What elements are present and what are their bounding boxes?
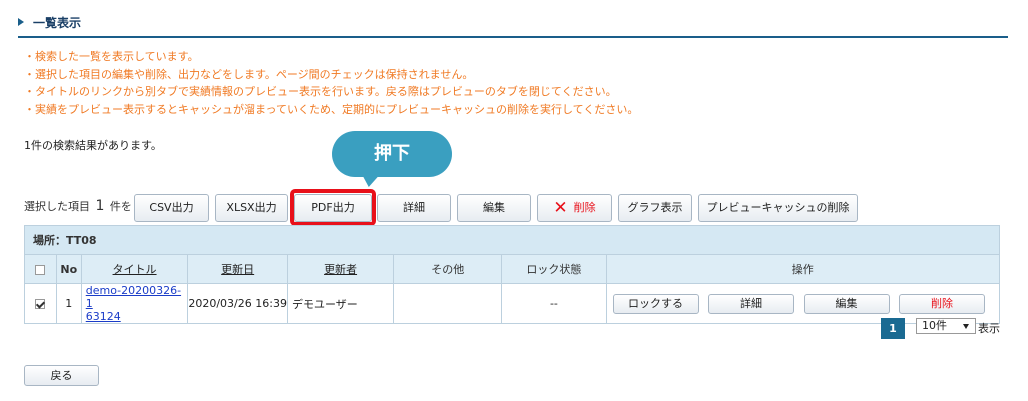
row-edit-button[interactable]: 編集	[803, 293, 890, 314]
header-lock: ロック状態	[501, 254, 607, 284]
notes: ・検索した一覧を表示しています。 ・選択した項目の編集や削除、出力などをします。…	[24, 48, 638, 118]
header-ops: 操作	[605, 254, 1001, 284]
graph-button[interactable]: グラフ表示	[618, 194, 692, 222]
header-updated-label[interactable]: 更新日	[221, 263, 254, 276]
triangle-icon	[18, 18, 24, 26]
row-title-link[interactable]: demo-20200326-1 63124	[82, 284, 188, 323]
row-delete-button[interactable]: 削除	[899, 293, 986, 314]
page-size-suffix: 表示	[978, 322, 1000, 335]
detail-button[interactable]: 詳細	[377, 194, 451, 222]
row-lock-button[interactable]: ロックする	[612, 293, 699, 314]
results-table: 場所：TT08 No タイトル 更新日 更新者 その他 ロック状態 操作 1 d…	[24, 225, 1001, 324]
row-title-line2[interactable]: 63124	[86, 310, 121, 323]
row-check-cell	[24, 283, 57, 324]
selection-label: 選択した項目 1 件を	[24, 198, 132, 214]
note-line: ・実績をプレビュー表示するとキャッシュが溜まっていくため、定期的にプレビューキャ…	[24, 102, 639, 116]
edit-button[interactable]: 編集	[457, 194, 531, 222]
csv-export-button[interactable]: CSV出力	[134, 194, 209, 222]
location-label: 場所：TT08	[24, 225, 1000, 255]
row-updated: 2020/03/26 16:39	[187, 283, 288, 324]
row-detail-button[interactable]: 詳細	[708, 293, 795, 314]
selection-count: 1	[95, 198, 105, 214]
xlsx-export-button[interactable]: XLSX出力	[215, 194, 288, 222]
page-size-value: 10件	[922, 319, 947, 332]
note-line: ・タイトルのリンクから別タブで実績情報のプレビュー表示を行います。戻る際はプレビ…	[24, 85, 617, 98]
delete-label: 削除	[573, 201, 596, 214]
selection-prefix: 選択した項目	[24, 200, 90, 213]
header-updater[interactable]: 更新者	[286, 254, 395, 284]
result-count: 1件の検索結果があります。	[24, 139, 162, 152]
row-lock: --	[501, 283, 607, 324]
select-all-checkbox[interactable]	[35, 264, 46, 275]
note-line: ・選択した項目の編集や削除、出力などをします。ページ間のチェックは保持されません…	[24, 67, 474, 81]
pager-current-page[interactable]: 1	[881, 318, 905, 339]
header-updated[interactable]: 更新日	[187, 254, 288, 284]
page-size-select[interactable]: 10件	[916, 318, 976, 334]
row-checkbox[interactable]	[35, 299, 46, 309]
delete-button[interactable]: ✕ 削除	[537, 194, 612, 222]
row-no: 1	[55, 283, 82, 324]
table-row: 1 demo-20200326-1 63124 2020/03/26 16:39…	[24, 283, 1001, 324]
header-row: No タイトル 更新日 更新者 その他 ロック状態 操作	[24, 254, 1001, 284]
row-title-cell: demo-20200326-1 63124	[80, 283, 189, 324]
preview-cache-delete-button[interactable]: プレビューキャッシュの削除	[698, 194, 858, 222]
select-all-cell	[24, 254, 57, 284]
section-title: 一覧表示	[33, 16, 82, 30]
section-header: 一覧表示	[18, 14, 1008, 38]
chevron-down-icon	[963, 324, 969, 329]
header-no: No	[55, 254, 82, 284]
header-updater-label[interactable]: 更新者	[324, 263, 357, 276]
header-title-label[interactable]: タイトル	[113, 263, 157, 276]
header-other: その他	[393, 254, 503, 284]
header-title[interactable]: タイトル	[80, 254, 189, 284]
location-row: 場所：TT08	[24, 225, 1000, 255]
close-icon: ✕	[553, 198, 568, 218]
row-updater: デモユーザー	[286, 283, 395, 324]
selection-suffix: 件を	[109, 200, 132, 213]
note-line: ・検索した一覧を表示しています。	[24, 50, 199, 63]
row-other	[393, 283, 503, 324]
callout-tail	[358, 173, 382, 187]
row-title-line1[interactable]: demo-20200326-1	[86, 284, 181, 310]
back-button[interactable]: 戻る	[24, 365, 99, 386]
pdf-highlight-frame	[290, 189, 376, 226]
press-callout: 押下	[332, 131, 452, 177]
